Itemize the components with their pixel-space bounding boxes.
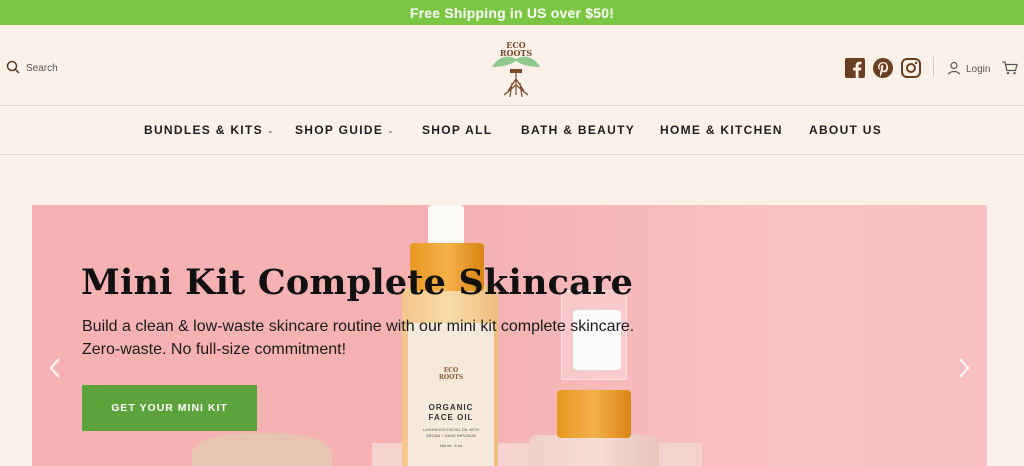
site-logo[interactable]: ECO ROOTS: [488, 39, 544, 99]
nav-item-bundles-kits[interactable]: BUNDLES & KITS ⌄: [144, 123, 275, 137]
login-link[interactable]: Login: [947, 61, 990, 78]
search-label: Search: [26, 63, 58, 74]
instagram-icon[interactable]: [901, 58, 921, 78]
user-icon: [947, 61, 961, 78]
social-links: [845, 58, 921, 78]
product-label-name: ORGANIC FACE OIL: [428, 403, 474, 422]
pinterest-icon[interactable]: [873, 58, 893, 78]
header-divider: [933, 57, 934, 77]
hero-banner: ECO ROOTS ORGANIC FACE OIL LUXURIOUS FAC…: [32, 205, 987, 466]
chevron-down-icon: ⌄: [266, 125, 275, 135]
site-header: Search ECO ROOTS Login: [0, 25, 1024, 105]
facebook-icon[interactable]: [845, 58, 865, 78]
promo-banner: Free Shipping in US over $50!: [0, 0, 1024, 25]
product-label-logo: ECO ROOTS: [438, 367, 464, 381]
login-label: Login: [966, 64, 991, 75]
nav-item-home-kitchen[interactable]: HOME & KITCHEN: [660, 123, 783, 137]
promo-text: Free Shipping in US over $50!: [409, 4, 615, 21]
carousel-next-arrow-icon[interactable]: [955, 355, 973, 381]
nav-item-shop-guide[interactable]: SHOP GUIDE ⌄: [295, 123, 395, 137]
cart-icon[interactable]: [1002, 61, 1018, 80]
hero-subtitle: Build a clean & low-waste skincare routi…: [82, 318, 635, 358]
hero-title: Mini Kit Complete Skincare: [81, 262, 634, 303]
product-jar-image: [192, 433, 332, 466]
chevron-down-icon: ⌄: [387, 125, 396, 135]
nav-divider-line: [0, 154, 1024, 155]
product-label-description: LUXURIOUS FACIAL OIL WITH ARGAN + SAGE I…: [422, 427, 480, 448]
nav-item-shop-all[interactable]: SHOP ALL: [422, 123, 492, 137]
get-mini-kit-button[interactable]: GET YOUR MINI KIT: [82, 385, 257, 431]
search-button[interactable]: Search: [6, 60, 58, 77]
nav-item-about-us[interactable]: ABOUT US: [809, 123, 882, 137]
main-nav: BUNDLES & KITS ⌄ SHOP GUIDE ⌄ SHOP ALL BAT…: [0, 106, 1024, 154]
search-icon: [6, 60, 20, 77]
carousel-prev-arrow-icon[interactable]: [46, 355, 64, 381]
nav-item-bath-beauty[interactable]: BATH & BEAUTY: [521, 123, 635, 137]
